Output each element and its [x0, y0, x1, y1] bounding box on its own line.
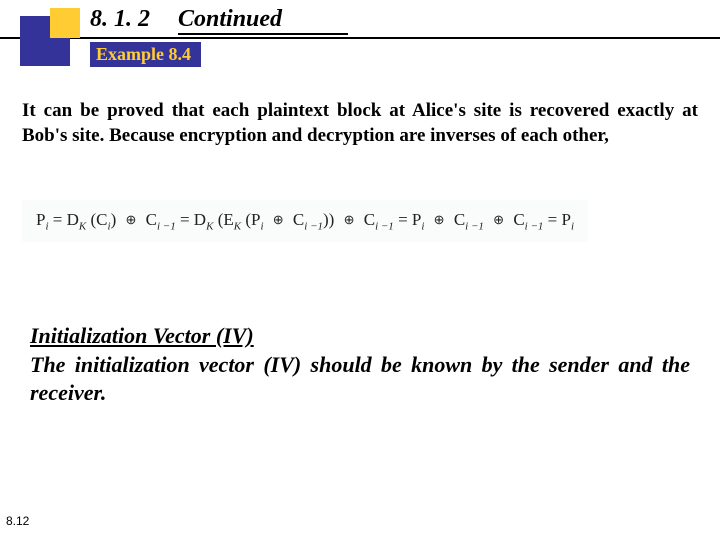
section-title: 8. 1. 2 Continued	[90, 6, 348, 35]
example-label: Example 8.4	[90, 42, 201, 67]
section-number: 8. 1. 2	[90, 6, 172, 33]
page-number: 8.12	[6, 514, 29, 528]
iv-section: Initialization Vector (IV) The initializ…	[30, 322, 690, 408]
iv-heading: Initialization Vector (IV)	[30, 323, 254, 348]
iv-body: The initialization vector (IV) should be…	[30, 352, 690, 406]
slide-header: 8. 1. 2 Continued Example 8.4	[0, 0, 720, 70]
formula: Pi = DK (Ci) ⊕ Ci −1 = DK (EK (Pi ⊕ Ci −…	[22, 200, 588, 242]
paragraph-1: It can be proved that each plaintext blo…	[22, 98, 698, 148]
yellow-square-decor	[50, 8, 80, 38]
header-rule	[0, 37, 720, 39]
section-title-text: Continued	[178, 6, 348, 35]
